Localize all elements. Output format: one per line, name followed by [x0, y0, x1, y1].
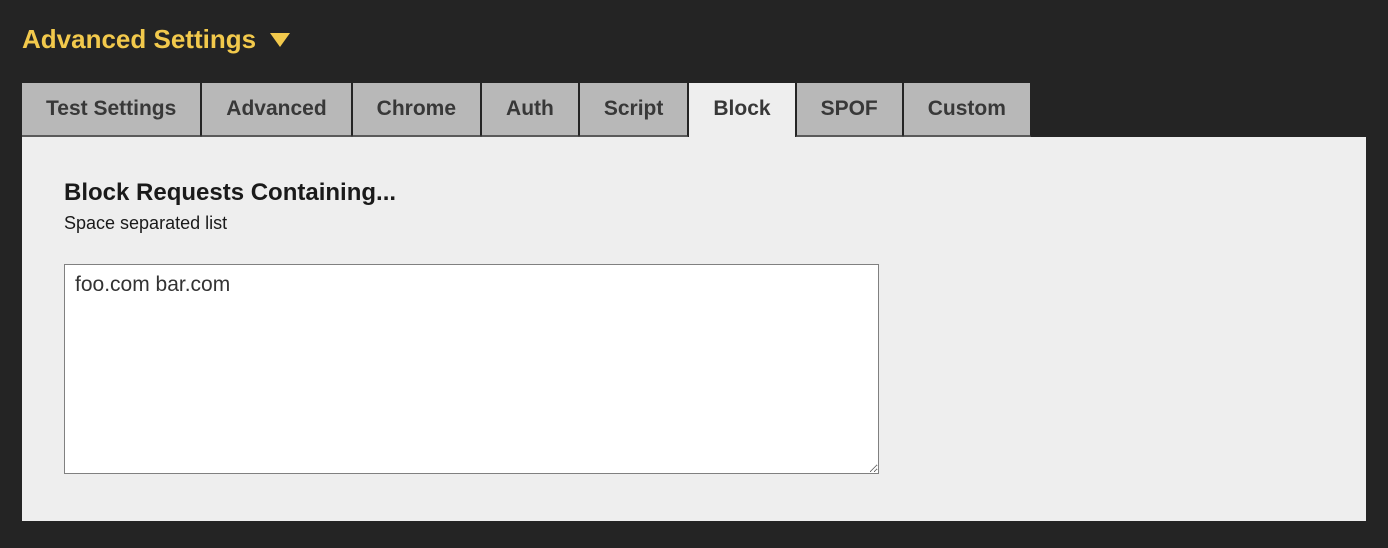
- tab-auth[interactable]: Auth: [481, 83, 579, 137]
- tab-script[interactable]: Script: [579, 83, 689, 137]
- tab-block[interactable]: Block: [688, 83, 795, 137]
- settings-tabs: Test Settings Advanced Chrome Auth Scrip…: [22, 83, 1366, 137]
- advanced-settings-header[interactable]: Advanced Settings: [22, 24, 1366, 55]
- tab-advanced[interactable]: Advanced: [201, 83, 351, 137]
- tab-spof[interactable]: SPOF: [796, 83, 903, 137]
- chevron-down-icon: [270, 33, 290, 47]
- tab-custom[interactable]: Custom: [903, 83, 1031, 137]
- block-panel: Block Requests Containing... Space separ…: [22, 137, 1366, 521]
- block-subtext: Space separated list: [64, 213, 1324, 234]
- advanced-settings-title: Advanced Settings: [22, 24, 256, 55]
- block-heading: Block Requests Containing...: [64, 179, 1324, 207]
- block-list-textarea[interactable]: [64, 264, 879, 474]
- tab-test-settings[interactable]: Test Settings: [22, 83, 201, 137]
- tab-chrome[interactable]: Chrome: [352, 83, 481, 137]
